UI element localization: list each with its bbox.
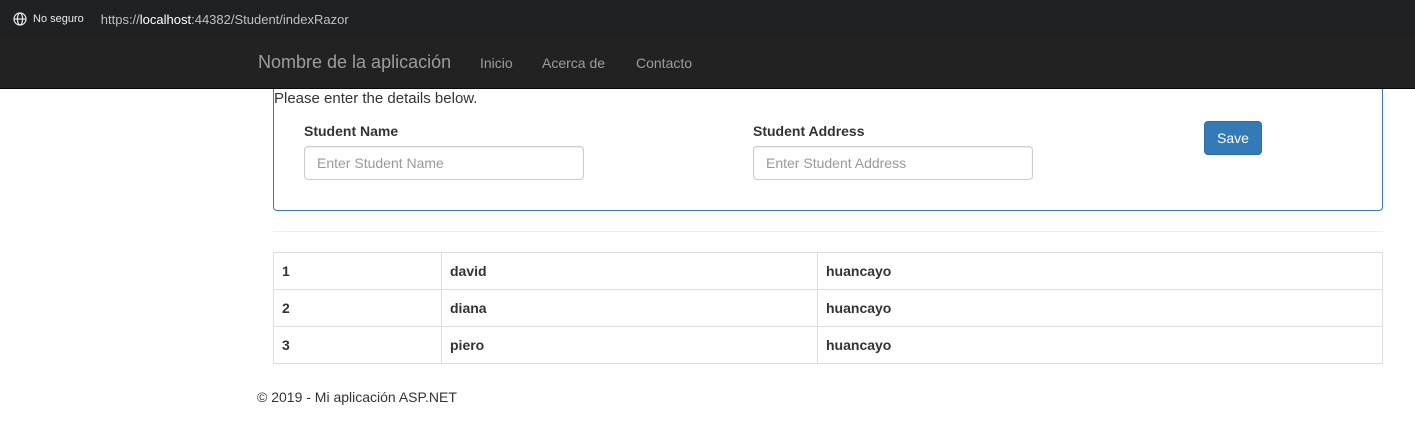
student-name-input[interactable] — [304, 146, 584, 180]
student-name-cell: david — [441, 252, 818, 290]
navbar-brand[interactable]: Nombre de la aplicación — [258, 52, 451, 73]
student-address-cell: huancayo — [817, 326, 1383, 364]
navbar: Nombre de la aplicación Inicio Acerca de… — [0, 38, 1415, 89]
student-name-label: Student Name — [304, 123, 399, 139]
globe-icon — [13, 12, 27, 26]
student-id-cell: 1 — [273, 252, 442, 290]
nav-link-contacto[interactable]: Contacto — [636, 55, 692, 71]
student-address-cell: huancayo — [817, 252, 1383, 290]
url-host: localhost — [139, 11, 192, 27]
student-id-cell: 3 — [273, 326, 442, 364]
url-prefix: https:// — [100, 11, 140, 27]
site-security-indicator[interactable]: No seguro — [13, 12, 84, 26]
url-field[interactable]: https://localhost:44382/Student/indexRaz… — [101, 12, 349, 27]
browser-address-bar: No seguro https://localhost:44382/Studen… — [0, 0, 1415, 38]
student-name-cell: diana — [441, 289, 818, 327]
student-address-cell: huancayo — [817, 289, 1383, 327]
footer-copyright: © 2019 - Mi aplicación ASP.NET — [257, 389, 457, 405]
url-path: :44382/Student/indexRazor — [191, 11, 349, 27]
student-address-input[interactable] — [753, 146, 1033, 180]
nav-link-acerca-de[interactable]: Acerca de — [542, 55, 605, 71]
save-button[interactable]: Save — [1204, 121, 1262, 155]
student-form-panel: Please enter the details below. Student … — [273, 89, 1383, 211]
students-table: 1 david huancayo 2 diana huancayo 3 pier… — [273, 252, 1383, 364]
table-row: 2 diana huancayo — [273, 289, 1383, 327]
table-row: 3 piero huancayo — [273, 326, 1383, 364]
form-instructions: Please enter the details below. — [274, 90, 478, 107]
nav-link-inicio[interactable]: Inicio — [480, 55, 513, 71]
security-label: No seguro — [33, 13, 84, 25]
section-divider — [273, 231, 1383, 232]
student-id-cell: 2 — [273, 289, 442, 327]
student-address-label: Student Address — [753, 123, 865, 139]
student-name-cell: piero — [441, 326, 818, 364]
table-row: 1 david huancayo — [273, 252, 1383, 290]
